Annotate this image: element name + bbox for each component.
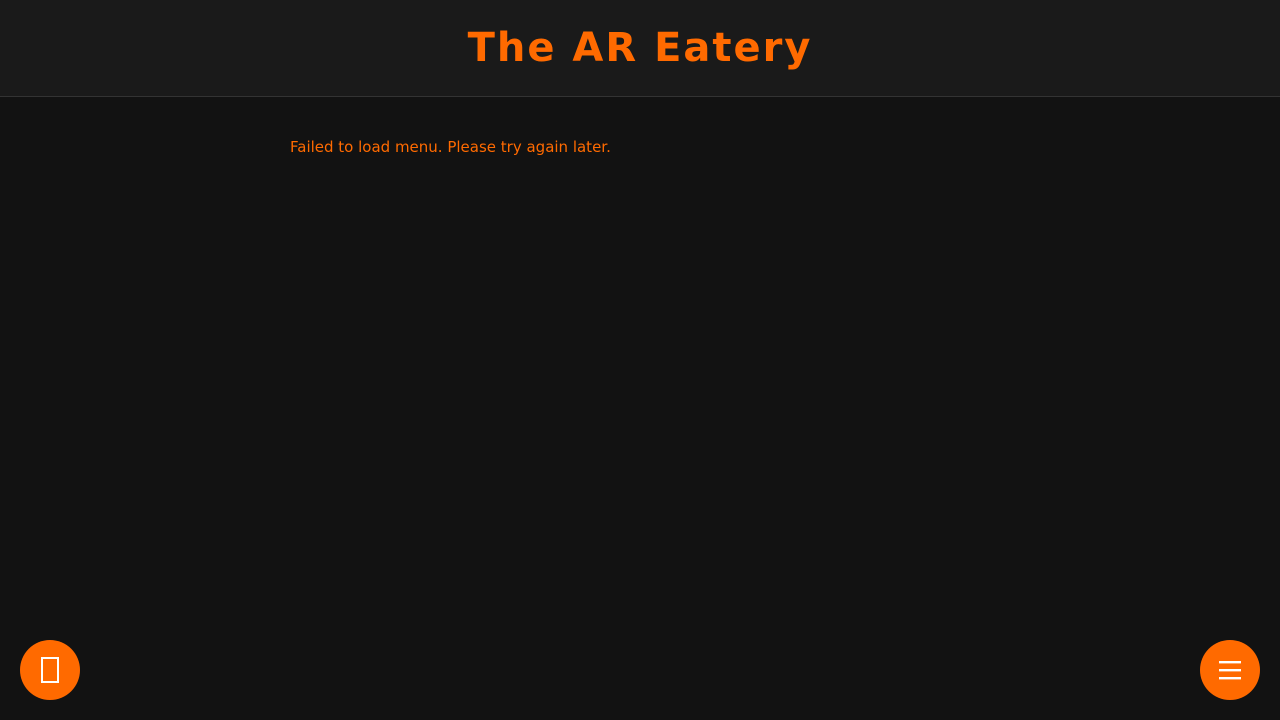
error-message: Failed to load menu. Please try again la… bbox=[290, 138, 611, 156]
main-content: Failed to load menu. Please try again la… bbox=[290, 137, 990, 157]
site-header: The AR Eatery bbox=[0, 0, 1280, 97]
menu-button[interactable] bbox=[1200, 640, 1260, 700]
missing-glyph-icon bbox=[40, 656, 60, 684]
menu-icon bbox=[1218, 659, 1242, 681]
ar-view-button[interactable] bbox=[20, 640, 80, 700]
site-title: The AR Eatery bbox=[467, 25, 813, 71]
